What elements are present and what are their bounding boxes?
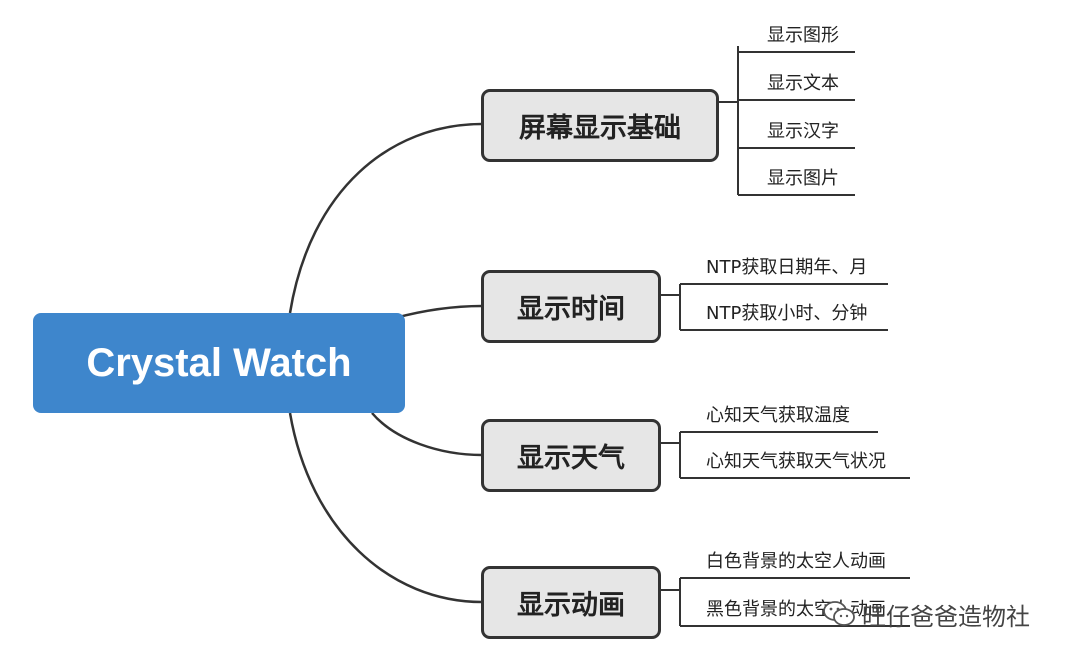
wechat-icon [822,599,856,629]
connector-branch-3-leaves [660,432,681,478]
leaf-node-show-graphics[interactable]: 显示图形 [767,21,839,47]
leaf-node-ntp-date[interactable]: NTP获取日期年、月 [706,253,867,279]
leaf-node-show-text[interactable]: 显示文本 [767,69,839,95]
connector-root-branch-4 [288,412,483,604]
leaf-node-weather-temperature[interactable]: 心知天气获取温度 [706,401,850,427]
branch-node-show-weather[interactable]: 显示天气 [481,419,661,492]
connector-branch-2-leaves [660,284,681,330]
leaf-node-show-chinese-characters[interactable]: 显示汉字 [767,117,839,143]
watermark: 旺仔爸爸造物社 [822,596,1030,632]
leaf-node-white-astronaut-animation[interactable]: 白色背景的太空人动画 [706,547,886,573]
connector-branch-1-leaves [718,46,739,195]
root-node-crystal-watch[interactable]: Crystal Watch [33,313,405,413]
connector-root-branch-2 [394,304,483,320]
leaf-node-ntp-time[interactable]: NTP获取小时、分钟 [706,299,867,325]
connector-branch-4-leaves [660,578,681,626]
watermark-text: 旺仔爸爸造物社 [862,602,1030,631]
connector-root-branch-1 [288,122,483,314]
branch-node-show-time[interactable]: 显示时间 [481,270,661,343]
leaf-node-show-image[interactable]: 显示图片 [767,164,839,190]
leaf-node-weather-condition[interactable]: 心知天气获取天气状况 [706,447,886,473]
branch-node-screen-display-basics[interactable]: 屏幕显示基础 [481,89,719,162]
connector-root-branch-3 [371,412,483,457]
branch-node-show-animation[interactable]: 显示动画 [481,566,661,639]
